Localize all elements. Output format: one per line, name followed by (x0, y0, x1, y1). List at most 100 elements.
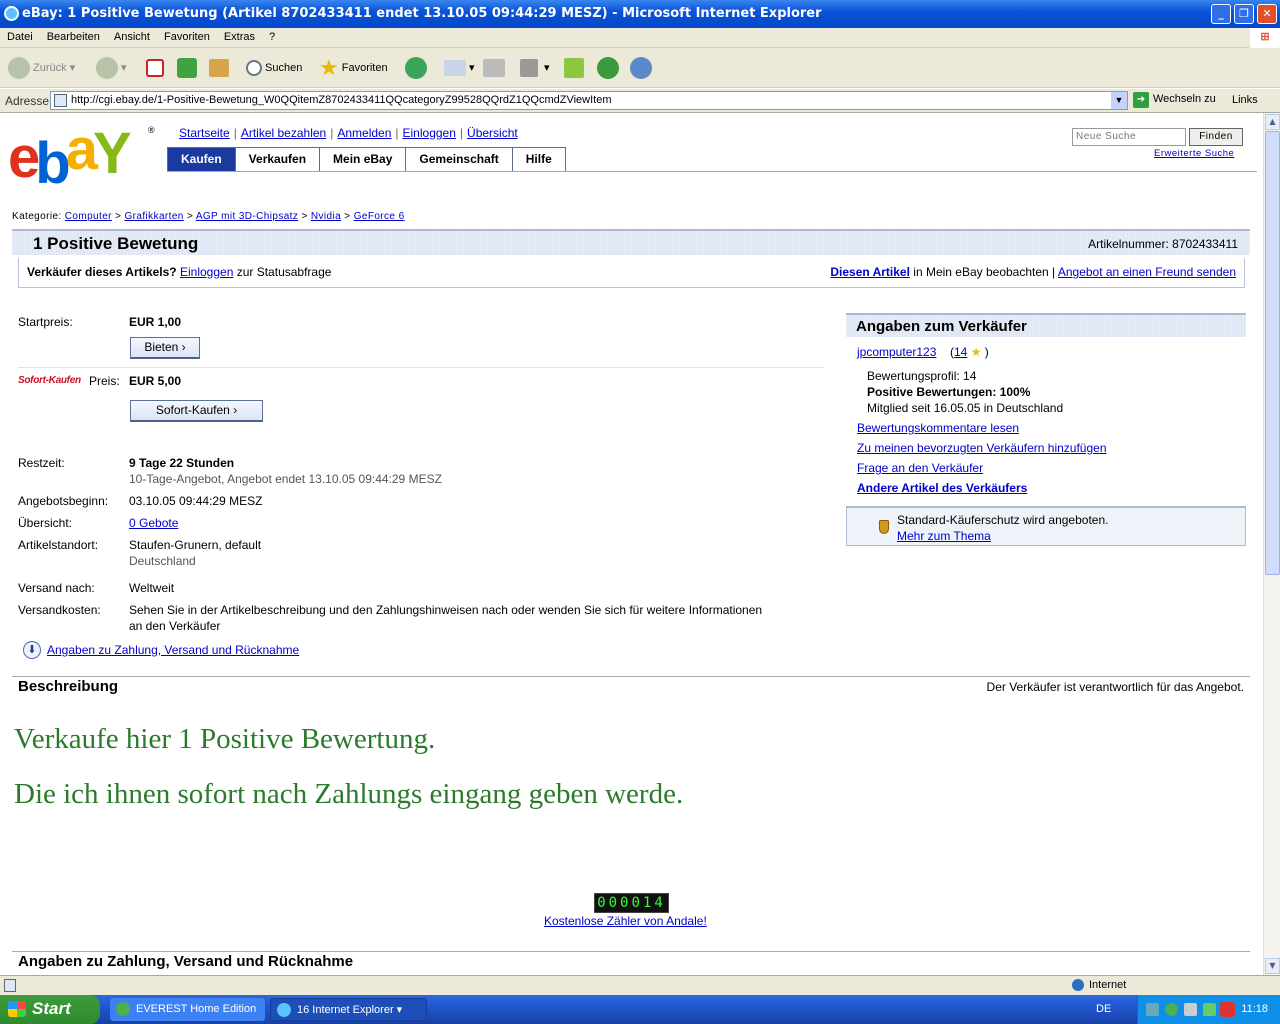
sofort-kaufen-logo: Sofort-Kaufen (18, 375, 81, 386)
task-internet-explorer[interactable]: 16 Internet Explorer ▾ (270, 998, 427, 1021)
crumb-computer[interactable]: Computer (65, 211, 112, 222)
history-icon (405, 57, 427, 80)
search-input[interactable]: Neue Suche (1072, 128, 1186, 146)
end-date: 10-Tage-Angebot, Angebot endet 13.10.05 … (129, 472, 442, 486)
address-input[interactable]: http://cgi.ebay.de/1-Positive-Bewetung_W… (50, 91, 1128, 110)
counter-link[interactable]: Kostenlose Zähler von Andale! (544, 914, 707, 928)
menu-datei[interactable]: Datei (0, 28, 40, 47)
link-startseite[interactable]: Startseite (179, 126, 230, 140)
tab-mein-ebay[interactable]: Mein eBay (320, 148, 407, 171)
print-button[interactable] (483, 55, 508, 81)
rest-time-label: Restzeit: (18, 456, 65, 470)
close-button[interactable]: ✕ (1257, 4, 1277, 24)
home-button[interactable] (209, 55, 232, 81)
ebay-logo[interactable]: ebaY ® (8, 117, 158, 196)
menu-favoriten[interactable]: Favoriten (157, 28, 217, 47)
stop-button[interactable] (146, 55, 167, 81)
link-anmelden[interactable]: Anmelden (337, 126, 391, 140)
add-favorite-seller-link[interactable]: Zu meinen bevorzugten Verkäufern hinzufü… (857, 441, 1107, 455)
mail-icon (444, 60, 466, 77)
feedback-comments-link[interactable]: Bewertungskommentare lesen (857, 421, 1019, 435)
discuss-button[interactable] (564, 55, 587, 81)
profile-score: Bewertungsprofil: 14 (867, 369, 977, 383)
crumb-geforce6[interactable]: GeForce 6 (354, 211, 405, 222)
menu-bearbeiten[interactable]: Bearbeiten (40, 28, 107, 47)
link-uebersicht[interactable]: Übersicht (467, 126, 518, 140)
messenger-button[interactable] (630, 55, 655, 81)
nav-divider (167, 171, 1257, 172)
task-everest[interactable]: EVEREST Home Edition (110, 998, 265, 1021)
positive-rating: Positive Bewertungen: 100% (867, 385, 1031, 399)
stop-icon (146, 59, 164, 78)
section-divider (12, 951, 1250, 952)
seller-info-panel: Angaben zum Verkäufer (846, 313, 1246, 337)
seller-name-link[interactable]: jpcomputer123 (857, 345, 936, 359)
page-status-icon (4, 979, 16, 992)
login-link[interactable]: Einloggen (180, 265, 233, 279)
payment-info-link[interactable]: Angaben zu Zahlung, Versand und Rücknahm… (47, 643, 299, 657)
menu-extras[interactable]: Extras (217, 28, 262, 47)
favorites-button[interactable]: ★ Favoriten (319, 55, 388, 81)
forward-button[interactable]: ▾ (96, 55, 127, 81)
tab-hilfe[interactable]: Hilfe (512, 148, 566, 171)
tab-kaufen[interactable]: Kaufen (167, 148, 236, 171)
address-dropdown-icon[interactable]: ▼ (1111, 92, 1127, 109)
mail-button[interactable]: ▾ (444, 55, 475, 81)
start-button[interactable]: Start (0, 995, 100, 1024)
page-content: ebaY ® Startseite | Artikel bezahlen | Anmeld… (0, 113, 1263, 975)
menu-help[interactable]: ? (262, 28, 282, 47)
seller-score-link[interactable]: 14 (954, 345, 967, 359)
maximize-button[interactable]: ❐ (1234, 4, 1254, 24)
ask-seller-link[interactable]: Frage an den Verkäufer (857, 461, 983, 475)
refresh-button[interactable] (177, 55, 200, 81)
search-button[interactable]: Suchen (246, 55, 302, 81)
link-artikel-bezahlen[interactable]: Artikel bezahlen (241, 126, 326, 140)
send-friend-link[interactable]: Angebot an einen Freund senden (1058, 265, 1236, 279)
payment-section-heading: Angaben zu Zahlung, Versand und Rücknahm… (18, 953, 354, 970)
back-arrow-icon (8, 57, 30, 80)
network-icon[interactable] (1146, 1003, 1159, 1016)
scroll-down-icon[interactable]: ▼ (1265, 958, 1280, 974)
tray-icon[interactable] (1203, 1003, 1216, 1016)
buy-price-label: Preis: (89, 374, 120, 388)
bid-button[interactable]: Bieten › (130, 337, 200, 359)
minimize-button[interactable]: _ (1211, 4, 1231, 24)
menu-ansicht[interactable]: Ansicht (107, 28, 157, 47)
info-icon[interactable] (1165, 1003, 1178, 1016)
buy-now-button[interactable]: Sofort-Kaufen › (130, 400, 263, 422)
usb-icon[interactable] (1184, 1003, 1197, 1016)
scroll-thumb[interactable] (1265, 131, 1280, 575)
everest-icon (116, 1002, 130, 1016)
history-button[interactable] (405, 55, 430, 81)
other-items-link[interactable]: Andere Artikel des Verkäufers (857, 481, 1027, 495)
back-button[interactable]: Zurück ▾ (8, 55, 75, 81)
vertical-scrollbar[interactable]: ▲ ▼ (1263, 113, 1280, 975)
scroll-up-icon[interactable]: ▲ (1265, 114, 1280, 130)
language-indicator[interactable]: DE (1096, 1003, 1111, 1015)
find-button[interactable]: Finden (1189, 128, 1243, 146)
toolbar: Zurück ▾ ▾ Suchen ★ Favoriten ▾ ▾ (0, 48, 1280, 88)
link-einloggen[interactable]: Einloggen (403, 126, 456, 140)
begin-label: Angebotsbeginn: (18, 494, 109, 508)
advanced-search-link[interactable]: Erweiterte Suche (1154, 148, 1234, 159)
seller-info-heading: Angaben zum Verkäufer (846, 313, 1246, 337)
crumb-agp[interactable]: AGP mit 3D-Chipsatz (196, 211, 298, 222)
icq-button[interactable] (597, 55, 622, 81)
seller-responsible-note: Der Verkäufer ist verantwortlich für das… (986, 680, 1244, 694)
tab-gemeinschaft[interactable]: Gemeinschaft (406, 148, 513, 171)
crumb-grafikkarten[interactable]: Grafikkarten (125, 211, 184, 222)
edit-button[interactable]: ▾ (520, 55, 550, 81)
crumb-nvidia[interactable]: Nvidia (311, 211, 341, 222)
watch-item-link[interactable]: Diesen Artikel (830, 265, 910, 279)
begin-value: 03.10.05 09:44:29 MESZ (129, 494, 263, 508)
antivirus-icon[interactable] (1220, 1002, 1235, 1017)
bids-link[interactable]: 0 Gebote (129, 516, 178, 530)
go-button[interactable]: ➔ Wechseln zu (1133, 92, 1216, 108)
security-zone: Internet (1072, 979, 1126, 992)
links-button[interactable]: Links (1232, 94, 1258, 106)
more-info-link[interactable]: Mehr zum Thema (897, 529, 991, 543)
tab-verkaufen[interactable]: Verkaufen (235, 148, 321, 171)
icq-flower-icon (597, 57, 619, 80)
buyer-protection-box: Standard-Käuferschutz wird angeboten. Me… (846, 506, 1246, 546)
edit-icon (520, 59, 538, 78)
